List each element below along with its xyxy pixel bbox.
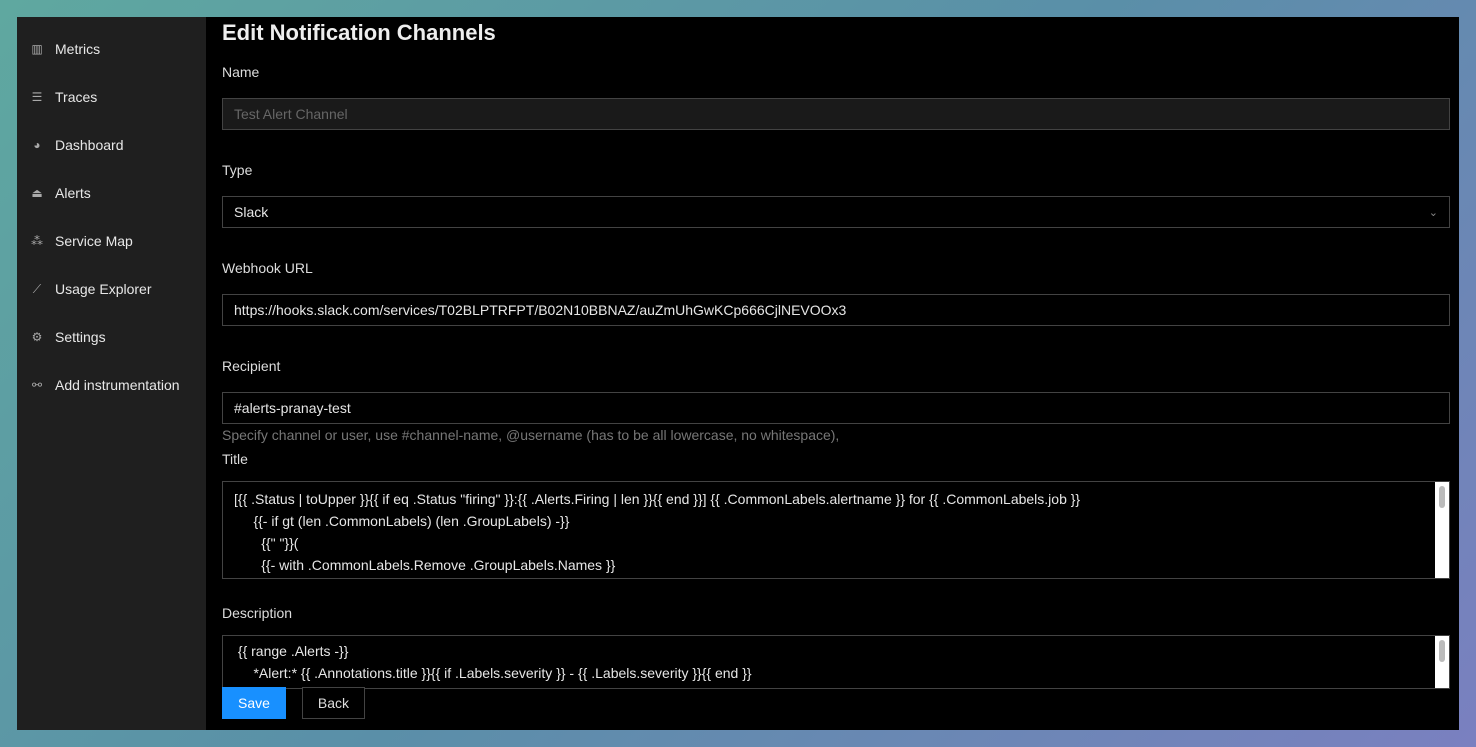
description-textarea[interactable]: {{ range .Alerts -}} *Alert:* {{ .Annota… — [222, 635, 1450, 689]
sidebar-item-label: Alerts — [55, 185, 91, 201]
type-select[interactable]: Slack ⌄ — [222, 196, 1450, 228]
api-icon: ⚯ — [31, 378, 43, 392]
recipient-value: #alerts-pranay-test — [234, 400, 351, 416]
sidebar-item-label: Traces — [55, 89, 98, 105]
webhook-value: https://hooks.slack.com/services/T02BLPT… — [234, 302, 847, 318]
scrollbar[interactable] — [1435, 482, 1449, 578]
gear-icon: ⚙ — [31, 330, 43, 344]
page-title: Edit Notification Channels — [222, 20, 496, 45]
sidebar-item-dashboard[interactable]: ◕ Dashboard — [17, 121, 206, 169]
name-input[interactable]: Test Alert Channel — [222, 98, 1450, 130]
title-label: Title — [222, 451, 248, 467]
line-chart-icon: ⟋ — [32, 281, 42, 296]
title-textarea[interactable]: [{{ .Status | toUpper }}{{ if eq .Status… — [222, 481, 1450, 579]
sidebar-item-settings[interactable]: ⚙ Settings — [17, 313, 206, 361]
sidebar-item-usage-explorer[interactable]: ⟋ Usage Explorer — [17, 265, 206, 313]
recipient-label: Recipient — [222, 358, 281, 374]
sidebar-item-alerts[interactable]: ⏏ Alerts — [17, 169, 206, 217]
dashboard-icon: ◕ — [33, 138, 41, 152]
sidebar-item-add-instrumentation[interactable]: ⚯ Add instrumentation — [17, 361, 206, 409]
back-button[interactable]: Back — [301, 687, 366, 719]
bar-chart-icon: ▥ — [31, 42, 43, 56]
webhook-url-input[interactable]: https://hooks.slack.com/services/T02BLPT… — [222, 294, 1450, 326]
sidebar-item-traces[interactable]: ☰ Traces — [17, 73, 206, 121]
type-value: Slack — [234, 204, 269, 220]
chevron-down-icon: ⌄ — [1428, 206, 1438, 219]
title-value: [{{ .Status | toUpper }}{{ if eq .Status… — [234, 491, 1081, 573]
scrollbar[interactable] — [1435, 636, 1449, 688]
alarm-icon: ⏏ — [31, 186, 43, 200]
type-label: Type — [222, 162, 253, 178]
sidebar-item-label: Metrics — [55, 41, 101, 57]
edit-channel-form: Edit Notification Channels Name Test Ale… — [206, 17, 1459, 730]
recipient-input[interactable]: #alerts-pranay-test — [222, 392, 1450, 424]
recipient-help-text: Specify channel or user, use #channel-na… — [222, 427, 840, 443]
save-button[interactable]: Save — [222, 687, 286, 719]
sidebar: ▥ Metrics ☰ Traces ◕ Dashboard ⏏ Alerts ⁂ Ser… — [17, 17, 206, 730]
deployment-unit-icon: ⁂ — [31, 234, 43, 248]
name-label: Name — [222, 64, 260, 80]
sidebar-item-label: Settings — [55, 329, 106, 345]
sidebar-item-label: Dashboard — [55, 137, 124, 153]
webhook-label: Webhook URL — [222, 260, 313, 276]
sidebar-item-metrics[interactable]: ▥ Metrics — [17, 25, 206, 73]
align-left-icon: ☰ — [31, 90, 43, 104]
sidebar-item-label: Service Map — [55, 233, 133, 249]
app-window: ▥ Metrics ☰ Traces ◕ Dashboard ⏏ Alerts ⁂ Ser… — [17, 17, 1459, 730]
sidebar-item-label: Usage Explorer — [55, 281, 152, 297]
sidebar-item-service-map[interactable]: ⁂ Service Map — [17, 217, 206, 265]
name-placeholder: Test Alert Channel — [234, 106, 348, 122]
description-label: Description — [222, 605, 293, 621]
sidebar-item-label: Add instrumentation — [55, 377, 180, 393]
description-value: {{ range .Alerts -}} *Alert:* {{ .Annota… — [237, 643, 752, 681]
